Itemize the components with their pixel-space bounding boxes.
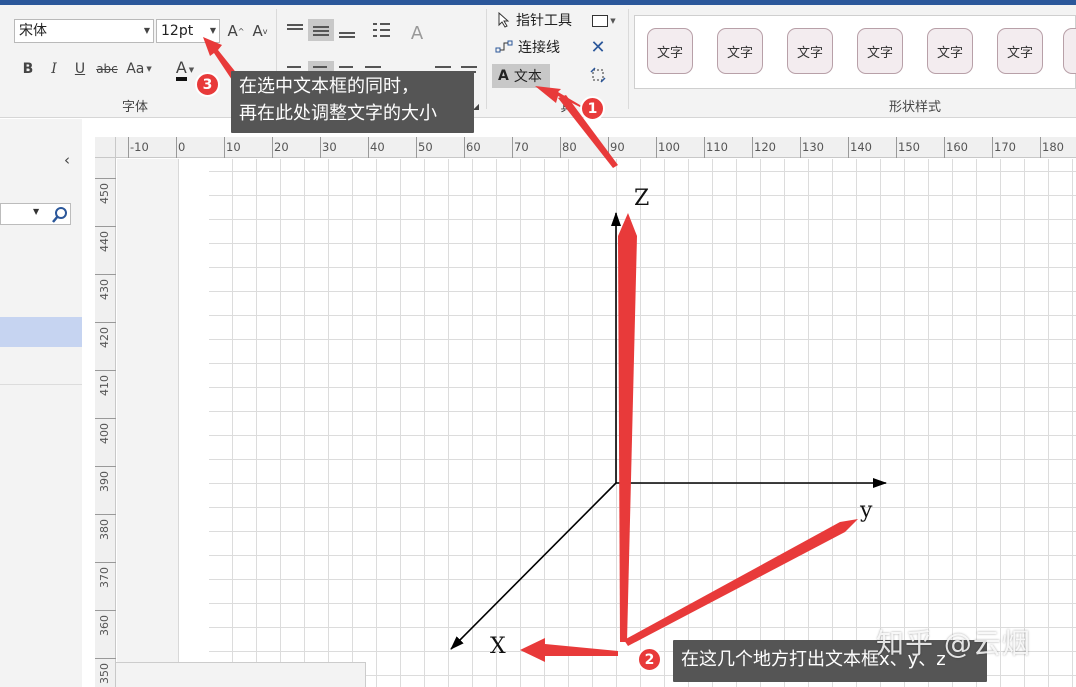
page-tab-area[interactable] xyxy=(116,662,366,687)
watermark: 知乎 @云烟 xyxy=(876,627,1031,660)
annotation-arrow-y xyxy=(624,519,858,646)
step3-badge: 3 xyxy=(195,72,220,97)
diagram-layer xyxy=(203,37,887,662)
annotation-arrow-x xyxy=(520,638,618,662)
step3-callout-line1: 在选中文本框的同时， xyxy=(239,76,419,97)
step1-badge: 1 xyxy=(580,96,605,121)
x-axis[interactable] xyxy=(450,482,617,650)
z-axis-label[interactable]: Z xyxy=(634,186,649,211)
step3-callout: 在选中文本框的同时， 再在此处调整文字的大小 xyxy=(231,71,474,133)
visio-window: 宋体 ▼ 12pt ▼ A ^ Av B I U abc Aa ▼ A ▼ 字体… xyxy=(0,0,1076,687)
x-axis-label[interactable]: X xyxy=(490,634,506,659)
annotation-arrow-z xyxy=(618,213,637,642)
step3-callout-line2: 再在此处调整文字的大小 xyxy=(239,103,437,124)
step2-badge: 2 xyxy=(637,647,662,672)
y-axis-label[interactable]: y xyxy=(860,498,872,523)
